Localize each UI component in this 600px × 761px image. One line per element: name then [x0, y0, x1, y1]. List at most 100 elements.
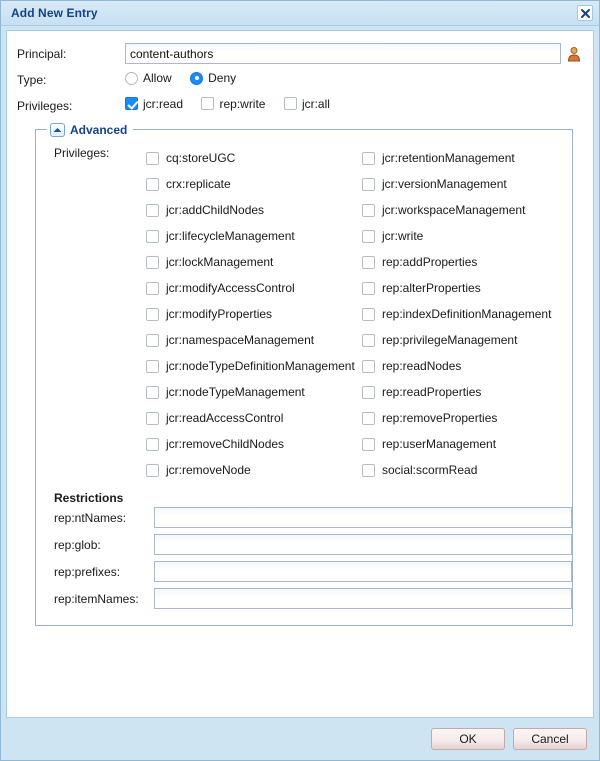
privilege-option-label: jcr:modifyProperties — [166, 307, 273, 321]
privilege-option-label: jcr:addChildNodes — [166, 203, 265, 217]
privilege-option-rep-addproperties[interactable]: rep:addProperties — [362, 249, 572, 275]
checkbox-jcr-all-icon — [283, 97, 297, 110]
user-picker-icon[interactable] — [565, 45, 583, 63]
principal-input[interactable] — [125, 43, 561, 64]
type-radio-allow[interactable]: Allow — [125, 71, 172, 85]
privilege-option-jcr-lifecyclemanagement[interactable]: jcr:lifecycleManagement — [146, 223, 362, 249]
privilege-jcr-all[interactable]: jcr:all — [283, 96, 330, 111]
privilege-option-jcr-modifyproperties[interactable]: jcr:modifyProperties — [146, 301, 362, 327]
checkbox-jcr-nodetypedefinitionmanagement-icon — [146, 359, 159, 373]
privileges-checkbox-group: jcr:read rep:write jcr:all — [125, 97, 344, 116]
checkbox-rep-removeproperties-icon — [362, 411, 375, 425]
advanced-body: Privileges: cq:storeUGC crx:replicate jcr:… — [36, 129, 572, 609]
privilege-option-jcr-readaccesscontrol[interactable]: jcr:readAccessControl — [146, 405, 362, 431]
privilege-option-jcr-versionmanagement[interactable]: jcr:versionManagement — [362, 171, 572, 197]
restriction-input-rep-itemnames[interactable] — [154, 588, 572, 609]
type-radio-group: Allow Deny — [125, 71, 250, 90]
checkbox-jcr-write-icon — [362, 229, 375, 243]
checkbox-jcr-namespacemanagement-icon — [146, 333, 159, 347]
privilege-option-social-scormread[interactable]: social:scormRead — [362, 457, 572, 483]
privilege-option-cq-storeugc[interactable]: cq:storeUGC — [146, 145, 362, 171]
principal-label: Principal: — [17, 46, 67, 61]
privilege-option-jcr-namespacemanagement[interactable]: jcr:namespaceManagement — [146, 327, 362, 353]
restrictions-section: Restrictions rep:ntNames: rep:glob: rep:pr… — [54, 491, 572, 609]
advanced-privileges-label: Privileges: — [54, 146, 110, 160]
privilege-option-label: rep:readNodes — [382, 359, 462, 373]
privilege-option-rep-readproperties[interactable]: rep:readProperties — [362, 379, 572, 405]
legend-rule-left — [36, 129, 47, 130]
privilege-option-jcr-workspacemanagement[interactable]: jcr:workspaceManagement — [362, 197, 572, 223]
type-label: Type: — [17, 73, 47, 88]
checkbox-jcr-readaccesscontrol-icon — [146, 411, 159, 425]
checkbox-jcr-lockmanagement-icon — [146, 255, 159, 269]
privilege-option-rep-usermanagement[interactable]: rep:userManagement — [362, 431, 572, 457]
privilege-option-rep-readnodes[interactable]: rep:readNodes — [362, 353, 572, 379]
privilege-option-label: jcr:removeNode — [166, 463, 251, 477]
privilege-option-label: jcr:removeChildNodes — [166, 437, 285, 451]
privilege-option-rep-alterproperties[interactable]: rep:alterProperties — [362, 275, 572, 301]
checkbox-rep-write-icon — [201, 97, 215, 110]
restriction-label: rep:itemNames: — [54, 591, 139, 606]
restriction-label: rep:glob: — [54, 537, 101, 552]
restriction-input-rep-ntnames[interactable] — [154, 507, 572, 528]
privilege-option-label: jcr:namespaceManagement — [166, 333, 315, 347]
privilege-option-label: rep:readProperties — [382, 385, 482, 399]
dialog-body: Principal: Type: Allow — [6, 30, 594, 718]
close-icon[interactable] — [577, 5, 593, 21]
privilege-option-jcr-addchildnodes[interactable]: jcr:addChildNodes — [146, 197, 362, 223]
chevron-up-icon[interactable] — [50, 122, 65, 137]
add-new-entry-dialog: Add New Entry Principal: Type — [0, 0, 600, 761]
restriction-row-rep-ntnames: rep:ntNames: — [54, 507, 572, 528]
privilege-option-label: jcr:retentionManagement — [382, 151, 515, 165]
privilege-option-label: jcr:write — [382, 229, 424, 243]
privilege-option-rep-indexdefinitionmanagement[interactable]: rep:indexDefinitionManagement — [362, 301, 572, 327]
checkbox-rep-indexdefinitionmanagement-icon — [362, 307, 375, 321]
privilege-option-label: rep:removeProperties — [382, 411, 498, 425]
advanced-privileges-left-column: cq:storeUGC crx:replicate jcr:addChildNode… — [146, 145, 362, 483]
privilege-option-label: jcr:lockManagement — [166, 255, 274, 269]
checkbox-jcr-nodetypemanagement-icon — [146, 385, 159, 399]
privilege-option-crx-replicate[interactable]: crx:replicate — [146, 171, 362, 197]
cancel-button[interactable]: Cancel — [513, 728, 587, 750]
checkbox-jcr-removechildnodes-icon — [146, 437, 159, 451]
privilege-option-jcr-modifyaccesscontrol[interactable]: jcr:modifyAccessControl — [146, 275, 362, 301]
restriction-row-rep-glob: rep:glob: — [54, 534, 572, 555]
restriction-input-rep-prefixes[interactable] — [154, 561, 572, 582]
checkbox-jcr-addchildnodes-icon — [146, 203, 159, 217]
privilege-option-jcr-nodetypedefinitionmanagement[interactable]: jcr:nodeTypeDefinitionManagement — [146, 353, 362, 379]
advanced-legend-line: Advanced — [36, 121, 572, 138]
privilege-option-label: jcr:modifyAccessControl — [166, 281, 295, 295]
advanced-privileges-row: Privileges: cq:storeUGC crx:replicate jcr:… — [54, 145, 572, 483]
privilege-option-jcr-retentionmanagement[interactable]: jcr:retentionManagement — [362, 145, 572, 171]
ok-button[interactable]: OK — [431, 728, 505, 750]
privilege-jcr-read[interactable]: jcr:read — [125, 97, 183, 111]
privilege-option-label: crx:replicate — [166, 177, 231, 191]
checkbox-social-scormread-icon — [362, 463, 375, 477]
user-glyph — [567, 46, 581, 61]
checkbox-jcr-removenode-icon — [146, 463, 159, 477]
checkbox-jcr-lifecyclemanagement-icon — [146, 229, 159, 243]
checkbox-jcr-modifyproperties-icon — [146, 307, 159, 321]
restriction-input-rep-glob[interactable] — [154, 534, 572, 555]
privilege-option-jcr-write[interactable]: jcr:write — [362, 223, 572, 249]
radio-deny-icon — [190, 71, 204, 85]
privilege-option-label: jcr:readAccessControl — [166, 411, 284, 425]
privilege-option-label: rep:privilegeManagement — [382, 333, 518, 347]
close-glyph — [580, 8, 590, 18]
privilege-rep-write-label: rep:write — [219, 96, 266, 111]
type-radio-deny[interactable]: Deny — [190, 71, 236, 85]
privilege-option-jcr-lockmanagement[interactable]: jcr:lockManagement — [146, 249, 362, 275]
restriction-row-rep-itemnames: rep:itemNames: — [54, 588, 572, 609]
privilege-option-rep-privilegemanagement[interactable]: rep:privilegeManagement — [362, 327, 572, 353]
privilege-option-jcr-removenode[interactable]: jcr:removeNode — [146, 457, 362, 483]
privilege-option-label: social:scormRead — [382, 463, 478, 477]
checkbox-jcr-versionmanagement-icon — [362, 177, 375, 191]
privilege-jcr-all-label: jcr:all — [301, 96, 330, 111]
privilege-option-jcr-removechildnodes[interactable]: jcr:removeChildNodes — [146, 431, 362, 457]
checkbox-rep-readnodes-icon — [362, 359, 375, 373]
advanced-legend: Advanced — [47, 121, 134, 138]
privilege-option-rep-removeproperties[interactable]: rep:removeProperties — [362, 405, 572, 431]
restriction-label: rep:ntNames: — [54, 510, 127, 525]
privilege-option-jcr-nodetypemanagement[interactable]: jcr:nodeTypeManagement — [146, 379, 362, 405]
privilege-rep-write[interactable]: rep:write — [201, 97, 265, 111]
